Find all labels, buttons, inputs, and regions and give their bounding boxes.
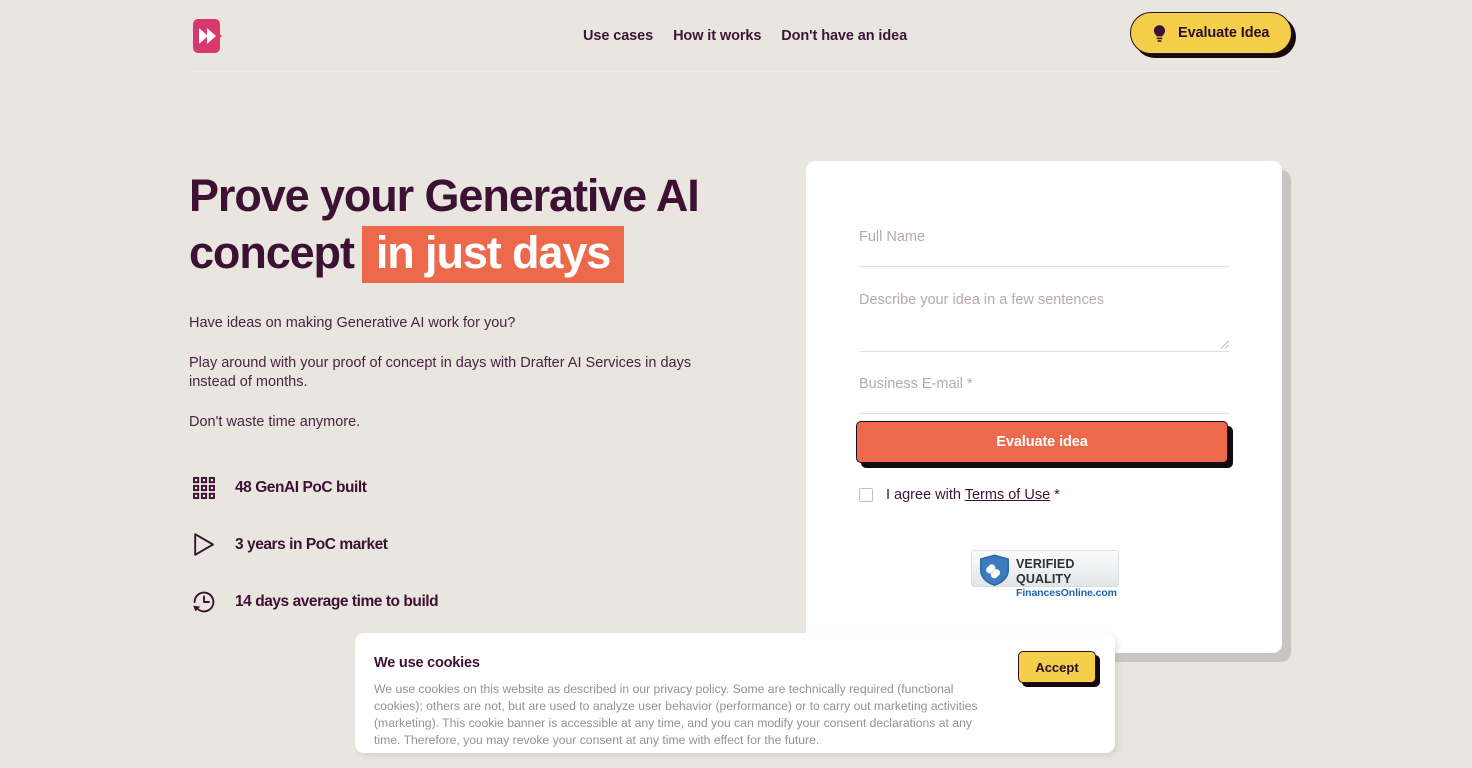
play-triangle-icon [189, 530, 219, 560]
terms-suffix: * [1050, 487, 1060, 503]
cookie-banner-body: We use cookies on this website as descri… [374, 682, 978, 747]
business-email-placeholder: Business E-mail * [859, 376, 973, 392]
evaluate-idea-submit-label: Evaluate idea [996, 434, 1088, 450]
header-cta-wrapper: Evaluate Idea [1130, 12, 1293, 54]
hero-section: Prove your Generative AI concept in just … [189, 171, 749, 618]
full-name-underline [859, 266, 1230, 267]
badge-line-1: VERIFIED QUALITY [1016, 557, 1075, 586]
terms-agreement-row: I agree with Terms of Use * [859, 487, 1060, 503]
badge-line-2: FinancesOnline.com [1016, 586, 1117, 599]
cookie-banner: We use cookies We use cookies on this we… [355, 633, 1115, 753]
stat-label: 3 years in PoC market [235, 535, 388, 553]
stats-list: 48 GenAI PoC built 3 years in PoC market… [189, 472, 749, 618]
idea-textarea-field[interactable]: Describe your idea in a few sentences [859, 292, 1230, 352]
lightbulb-icon [1153, 24, 1166, 42]
brand-logo[interactable] [193, 19, 227, 53]
full-name-placeholder: Full Name [859, 229, 926, 245]
page-title: Prove your Generative AI concept in just … [189, 171, 749, 284]
nav-item-use-cases[interactable]: Use cases [583, 26, 653, 46]
verified-quality-badge[interactable]: VERIFIED QUALITY FinancesOnline.com [971, 550, 1119, 599]
terms-checkbox[interactable] [859, 488, 873, 502]
hero-paragraph-1: Have ideas on making Generative AI work … [189, 315, 516, 332]
stat-label: 48 GenAI PoC built [235, 478, 367, 496]
terms-prefix: I agree with [886, 487, 965, 503]
fast-forward-logo-icon [199, 28, 222, 44]
idea-underline [859, 351, 1230, 352]
clock-history-icon [189, 587, 219, 617]
site-header: Use cases How it works Don't have an ide… [189, 0, 1293, 72]
hero-paragraph-2: Play around with your proof of concept i… [189, 355, 692, 390]
evaluate-idea-button[interactable]: Evaluate Idea [1130, 12, 1293, 54]
cookie-banner-title: We use cookies [374, 655, 480, 671]
evaluate-idea-form: Full Name Describe your idea in a few se… [806, 161, 1282, 653]
stat-item: 3 years in PoC market [189, 529, 749, 561]
evaluate-idea-button-label: Evaluate Idea [1178, 25, 1270, 41]
evaluate-idea-submit-button[interactable]: Evaluate idea [856, 421, 1228, 463]
terms-of-use-link[interactable]: Terms of Use [965, 487, 1050, 503]
cookie-accept-label: Accept [1035, 659, 1079, 675]
badge-text: VERIFIED QUALITY FinancesOnline.com [1016, 557, 1118, 599]
nav-item-how-it-works[interactable]: How it works [673, 26, 761, 46]
hero-paragraph-3: Don't waste time anymore. [189, 413, 361, 430]
business-email-underline [859, 413, 1230, 414]
textarea-resize-handle[interactable] [1220, 340, 1229, 349]
nav-item-dont-have-an-idea[interactable]: Don't have an idea [781, 26, 907, 46]
stat-label: 14 days average time to build [235, 592, 439, 610]
idea-placeholder: Describe your idea in a few sentences [859, 292, 1105, 308]
full-name-field[interactable]: Full Name [859, 229, 1230, 267]
stat-item: 48 GenAI PoC built [189, 472, 749, 504]
grid-icon [189, 473, 219, 503]
headline-highlight: in just days [361, 226, 625, 284]
stat-item: 14 days average time to build [189, 586, 749, 618]
terms-agreement-label: I agree with Terms of Use * [886, 487, 1060, 503]
shield-check-icon [980, 554, 1009, 586]
business-email-field[interactable]: Business E-mail * [859, 376, 1230, 414]
main-nav: Use cases How it works Don't have an ide… [583, 26, 907, 46]
cookie-accept-button[interactable]: Accept [1018, 651, 1096, 683]
